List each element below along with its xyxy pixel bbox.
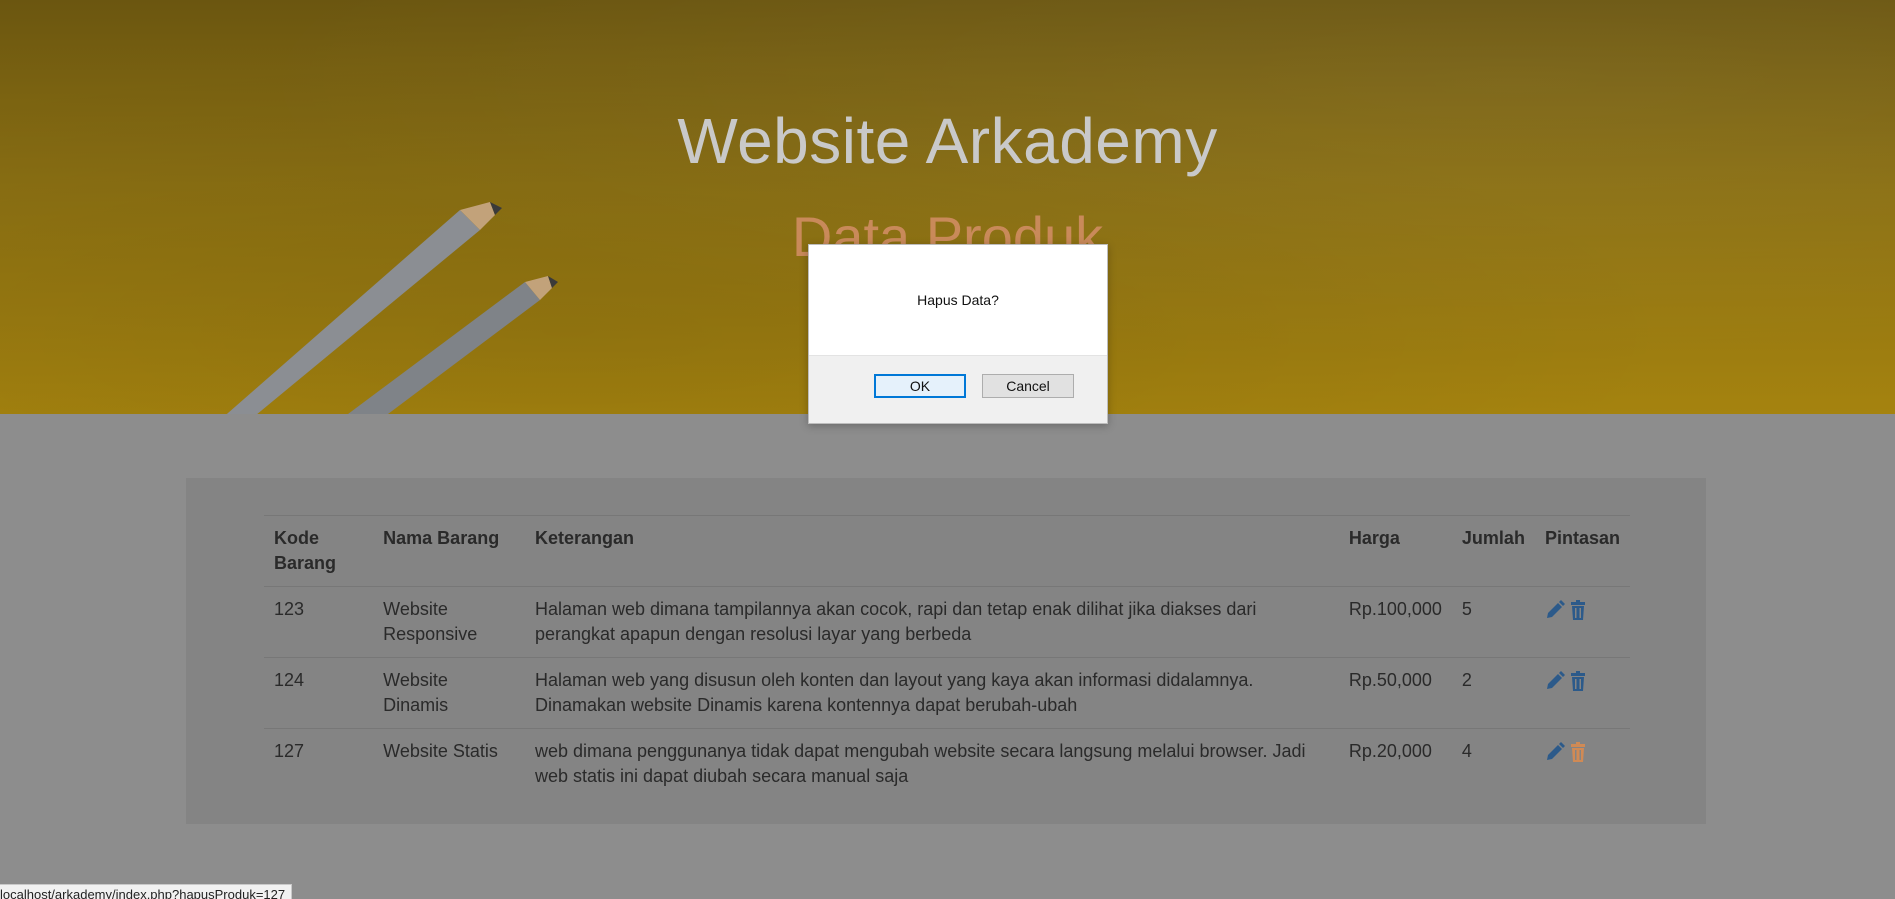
cell-nama: Website Dinamis (373, 657, 525, 729)
status-bar-url: localhost/arkademy/index.php?hapusProduk… (0, 884, 293, 899)
table-row: 123 Website Responsive Halaman web diman… (264, 586, 1630, 658)
cell-harga: Rp.100,000 (1338, 586, 1452, 658)
cell-kode: 123 (264, 586, 374, 658)
pencil-icon[interactable] (1545, 600, 1565, 620)
cell-keterangan: Halaman web dimana tampilannya akan coco… (524, 586, 1339, 658)
cell-kode: 127 (264, 728, 374, 799)
confirm-dialog: Hapus Data? OK Cancel (808, 244, 1108, 424)
page: Website Arkademy Data Produk Kode Barang… (0, 0, 1895, 899)
cell-nama: Website Statis (373, 728, 525, 799)
ok-button[interactable]: OK (874, 374, 966, 398)
header-jumlah: Jumlah (1451, 515, 1535, 587)
cell-jumlah: 4 (1451, 728, 1535, 799)
cell-harga: Rp.50,000 (1338, 657, 1452, 729)
header-harga: Harga (1338, 515, 1452, 587)
cell-kode: 124 (264, 657, 374, 729)
cell-jumlah: 2 (1451, 657, 1535, 729)
cell-keterangan: Halaman web yang disusun oleh konten dan… (524, 657, 1339, 729)
trash-icon[interactable] (1568, 671, 1588, 692)
cell-pintasan (1534, 657, 1630, 729)
dialog-message: Hapus Data? (917, 292, 999, 308)
trash-icon[interactable] (1568, 742, 1588, 763)
cell-pintasan (1534, 728, 1630, 799)
table-row: 127 Website Statis web dimana penggunany… (264, 728, 1630, 799)
cell-keterangan: web dimana penggunanya tidak dapat mengu… (524, 728, 1339, 799)
pencil-icon[interactable] (1545, 671, 1565, 691)
cell-harga: Rp.20,000 (1338, 728, 1452, 799)
cell-nama: Website Responsive (373, 586, 525, 658)
header-kode: Kode Barang (264, 515, 374, 587)
site-title: Website Arkademy (677, 105, 1218, 177)
table-header-row: Kode Barang Nama Barang Keterangan Harga… (264, 515, 1630, 587)
products-table: Kode Barang Nama Barang Keterangan Harga… (264, 515, 1630, 799)
table-row: 124 Website Dinamis Halaman web yang dis… (264, 657, 1630, 729)
pencil-icon[interactable] (1545, 742, 1565, 762)
header-nama: Nama Barang (373, 515, 525, 587)
header-keterangan: Keterangan (524, 515, 1339, 587)
dialog-footer: OK Cancel (809, 355, 1107, 423)
trash-icon[interactable] (1568, 600, 1588, 621)
header-pintasan: Pintasan (1534, 515, 1630, 587)
cell-jumlah: 5 (1451, 586, 1535, 658)
cell-pintasan (1534, 586, 1630, 658)
cancel-button[interactable]: Cancel (982, 374, 1074, 398)
